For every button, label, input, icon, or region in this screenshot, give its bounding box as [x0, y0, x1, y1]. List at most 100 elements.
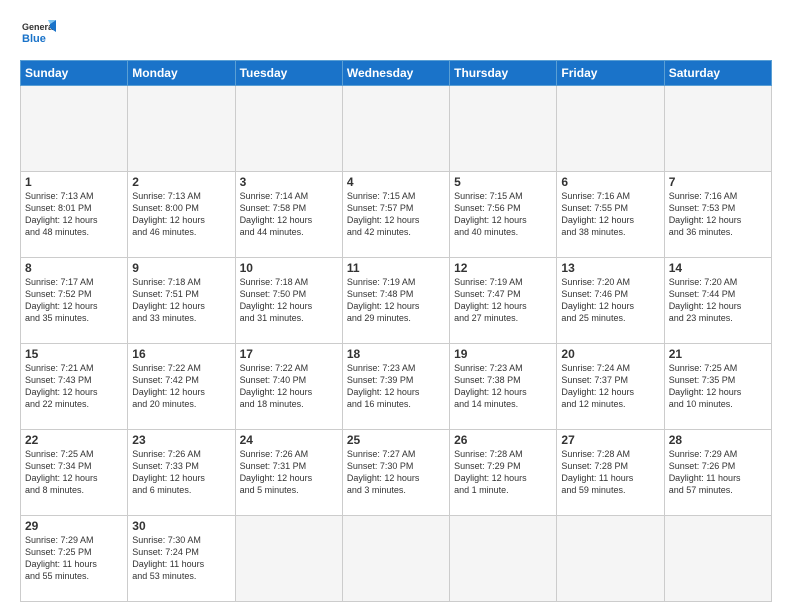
- day-info: Sunrise: 7:21 AMSunset: 7:43 PMDaylight:…: [25, 362, 123, 411]
- day-number: 1: [25, 175, 123, 189]
- day-info: Sunrise: 7:22 AMSunset: 7:42 PMDaylight:…: [132, 362, 230, 411]
- day-number: 28: [669, 433, 767, 447]
- calendar-day-cell: 22Sunrise: 7:25 AMSunset: 7:34 PMDayligh…: [21, 430, 128, 516]
- day-number: 2: [132, 175, 230, 189]
- day-number: 15: [25, 347, 123, 361]
- col-friday: Friday: [557, 61, 664, 86]
- day-info: Sunrise: 7:26 AMSunset: 7:31 PMDaylight:…: [240, 448, 338, 497]
- day-number: 4: [347, 175, 445, 189]
- page: General Blue Sunday Monday Tuesday Wedne…: [0, 0, 792, 612]
- calendar-day-cell: 6Sunrise: 7:16 AMSunset: 7:55 PMDaylight…: [557, 172, 664, 258]
- day-info: Sunrise: 7:22 AMSunset: 7:40 PMDaylight:…: [240, 362, 338, 411]
- day-info: Sunrise: 7:19 AMSunset: 7:48 PMDaylight:…: [347, 276, 445, 325]
- calendar-day-cell: 11Sunrise: 7:19 AMSunset: 7:48 PMDayligh…: [342, 258, 449, 344]
- day-number: 8: [25, 261, 123, 275]
- day-number: 29: [25, 519, 123, 533]
- day-info: Sunrise: 7:30 AMSunset: 7:24 PMDaylight:…: [132, 534, 230, 583]
- header: General Blue: [20, 16, 772, 52]
- col-thursday: Thursday: [450, 61, 557, 86]
- col-monday: Monday: [128, 61, 235, 86]
- calendar-week-row: 29Sunrise: 7:29 AMSunset: 7:25 PMDayligh…: [21, 516, 772, 602]
- day-number: 22: [25, 433, 123, 447]
- calendar-day-cell: 30Sunrise: 7:30 AMSunset: 7:24 PMDayligh…: [128, 516, 235, 602]
- calendar: Sunday Monday Tuesday Wednesday Thursday…: [20, 60, 772, 602]
- calendar-day-cell: 5Sunrise: 7:15 AMSunset: 7:56 PMDaylight…: [450, 172, 557, 258]
- day-info: Sunrise: 7:18 AMSunset: 7:50 PMDaylight:…: [240, 276, 338, 325]
- day-number: 18: [347, 347, 445, 361]
- calendar-day-cell: [664, 516, 771, 602]
- calendar-day-cell: 7Sunrise: 7:16 AMSunset: 7:53 PMDaylight…: [664, 172, 771, 258]
- calendar-day-cell: [235, 86, 342, 172]
- calendar-day-cell: 24Sunrise: 7:26 AMSunset: 7:31 PMDayligh…: [235, 430, 342, 516]
- calendar-day-cell: 29Sunrise: 7:29 AMSunset: 7:25 PMDayligh…: [21, 516, 128, 602]
- calendar-day-cell: 21Sunrise: 7:25 AMSunset: 7:35 PMDayligh…: [664, 344, 771, 430]
- day-number: 11: [347, 261, 445, 275]
- calendar-day-cell: [557, 516, 664, 602]
- day-number: 26: [454, 433, 552, 447]
- calendar-day-cell: 12Sunrise: 7:19 AMSunset: 7:47 PMDayligh…: [450, 258, 557, 344]
- calendar-day-cell: 1Sunrise: 7:13 AMSunset: 8:01 PMDaylight…: [21, 172, 128, 258]
- calendar-day-cell: 19Sunrise: 7:23 AMSunset: 7:38 PMDayligh…: [450, 344, 557, 430]
- day-number: 24: [240, 433, 338, 447]
- calendar-day-cell: 2Sunrise: 7:13 AMSunset: 8:00 PMDaylight…: [128, 172, 235, 258]
- calendar-week-row: 1Sunrise: 7:13 AMSunset: 8:01 PMDaylight…: [21, 172, 772, 258]
- calendar-day-cell: 17Sunrise: 7:22 AMSunset: 7:40 PMDayligh…: [235, 344, 342, 430]
- calendar-week-row: 22Sunrise: 7:25 AMSunset: 7:34 PMDayligh…: [21, 430, 772, 516]
- calendar-header-row: Sunday Monday Tuesday Wednesday Thursday…: [21, 61, 772, 86]
- calendar-week-row: 15Sunrise: 7:21 AMSunset: 7:43 PMDayligh…: [21, 344, 772, 430]
- day-number: 20: [561, 347, 659, 361]
- day-number: 3: [240, 175, 338, 189]
- calendar-day-cell: [450, 86, 557, 172]
- calendar-day-cell: 15Sunrise: 7:21 AMSunset: 7:43 PMDayligh…: [21, 344, 128, 430]
- day-info: Sunrise: 7:20 AMSunset: 7:46 PMDaylight:…: [561, 276, 659, 325]
- col-sunday: Sunday: [21, 61, 128, 86]
- calendar-day-cell: 13Sunrise: 7:20 AMSunset: 7:46 PMDayligh…: [557, 258, 664, 344]
- day-number: 5: [454, 175, 552, 189]
- calendar-week-row: [21, 86, 772, 172]
- day-info: Sunrise: 7:15 AMSunset: 7:56 PMDaylight:…: [454, 190, 552, 239]
- day-info: Sunrise: 7:23 AMSunset: 7:39 PMDaylight:…: [347, 362, 445, 411]
- day-info: Sunrise: 7:16 AMSunset: 7:53 PMDaylight:…: [669, 190, 767, 239]
- day-info: Sunrise: 7:23 AMSunset: 7:38 PMDaylight:…: [454, 362, 552, 411]
- calendar-day-cell: 20Sunrise: 7:24 AMSunset: 7:37 PMDayligh…: [557, 344, 664, 430]
- calendar-day-cell: 25Sunrise: 7:27 AMSunset: 7:30 PMDayligh…: [342, 430, 449, 516]
- day-number: 17: [240, 347, 338, 361]
- calendar-day-cell: [664, 86, 771, 172]
- col-wednesday: Wednesday: [342, 61, 449, 86]
- calendar-day-cell: 9Sunrise: 7:18 AMSunset: 7:51 PMDaylight…: [128, 258, 235, 344]
- calendar-day-cell: [21, 86, 128, 172]
- calendar-day-cell: 28Sunrise: 7:29 AMSunset: 7:26 PMDayligh…: [664, 430, 771, 516]
- day-number: 9: [132, 261, 230, 275]
- day-number: 6: [561, 175, 659, 189]
- day-info: Sunrise: 7:15 AMSunset: 7:57 PMDaylight:…: [347, 190, 445, 239]
- calendar-day-cell: [450, 516, 557, 602]
- calendar-day-cell: 18Sunrise: 7:23 AMSunset: 7:39 PMDayligh…: [342, 344, 449, 430]
- calendar-day-cell: 16Sunrise: 7:22 AMSunset: 7:42 PMDayligh…: [128, 344, 235, 430]
- day-info: Sunrise: 7:14 AMSunset: 7:58 PMDaylight:…: [240, 190, 338, 239]
- day-info: Sunrise: 7:29 AMSunset: 7:26 PMDaylight:…: [669, 448, 767, 497]
- calendar-day-cell: 23Sunrise: 7:26 AMSunset: 7:33 PMDayligh…: [128, 430, 235, 516]
- day-number: 14: [669, 261, 767, 275]
- svg-text:Blue: Blue: [22, 33, 46, 45]
- calendar-day-cell: [342, 86, 449, 172]
- day-number: 10: [240, 261, 338, 275]
- logo: General Blue: [20, 16, 56, 52]
- day-number: 23: [132, 433, 230, 447]
- day-info: Sunrise: 7:13 AMSunset: 8:00 PMDaylight:…: [132, 190, 230, 239]
- day-info: Sunrise: 7:18 AMSunset: 7:51 PMDaylight:…: [132, 276, 230, 325]
- day-info: Sunrise: 7:29 AMSunset: 7:25 PMDaylight:…: [25, 534, 123, 583]
- logo-svg: General Blue: [20, 16, 56, 52]
- calendar-day-cell: 4Sunrise: 7:15 AMSunset: 7:57 PMDaylight…: [342, 172, 449, 258]
- day-number: 7: [669, 175, 767, 189]
- day-info: Sunrise: 7:16 AMSunset: 7:55 PMDaylight:…: [561, 190, 659, 239]
- day-info: Sunrise: 7:19 AMSunset: 7:47 PMDaylight:…: [454, 276, 552, 325]
- day-info: Sunrise: 7:28 AMSunset: 7:28 PMDaylight:…: [561, 448, 659, 497]
- day-number: 19: [454, 347, 552, 361]
- day-number: 25: [347, 433, 445, 447]
- day-info: Sunrise: 7:13 AMSunset: 8:01 PMDaylight:…: [25, 190, 123, 239]
- day-info: Sunrise: 7:28 AMSunset: 7:29 PMDaylight:…: [454, 448, 552, 497]
- day-info: Sunrise: 7:24 AMSunset: 7:37 PMDaylight:…: [561, 362, 659, 411]
- calendar-day-cell: [557, 86, 664, 172]
- calendar-day-cell: [128, 86, 235, 172]
- calendar-day-cell: [342, 516, 449, 602]
